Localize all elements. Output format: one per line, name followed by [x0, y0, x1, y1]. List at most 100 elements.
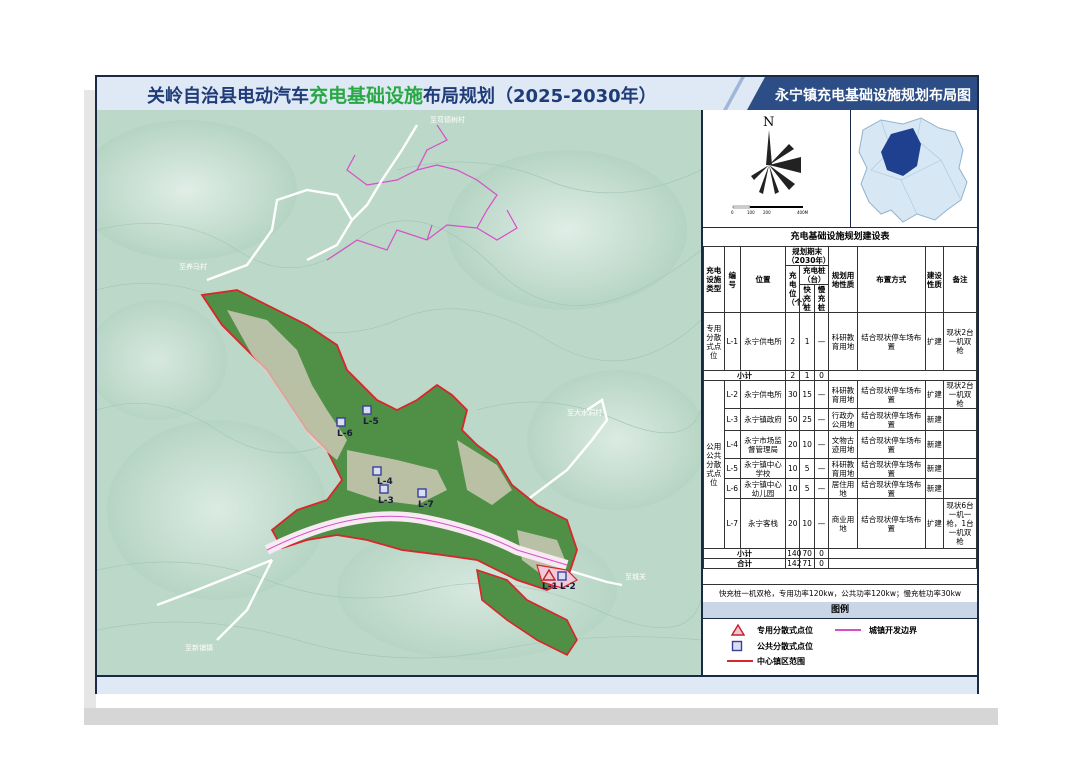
cell-location: 永宁镇政府: [739, 408, 787, 431]
subtotal-row: 小计 2 1 0: [702, 370, 977, 381]
cell-land: 文物古迹用地: [828, 430, 858, 459]
cell-land: 科研教育用地: [828, 458, 858, 479]
legend-title: 图例: [703, 602, 977, 619]
subtotal-spaces: 2: [785, 370, 801, 381]
point-label: L-3: [378, 496, 394, 506]
cell-nature: 新建: [924, 478, 945, 499]
total-slow: 0: [813, 558, 830, 569]
construction-table: 充电设施类型 编号 位置 规划期末（2030年） 规划用地性质 布置方式 建设性…: [702, 246, 977, 569]
public-point-marker: [362, 405, 372, 415]
road-label: 至新铺镇: [185, 643, 213, 652]
terrain-hill: [107, 420, 327, 600]
sheet-title: 关岭自治县电动汽车充电基础设施布局规划（2025-2030年）: [147, 81, 657, 108]
road-label: 至城关: [625, 572, 646, 581]
col-header-layout: 布置方式: [856, 246, 926, 313]
cell-fast: 1: [799, 312, 815, 371]
cell-remark: [943, 478, 977, 499]
cell-location: 永宁客栈: [739, 498, 787, 549]
subtitle-banner: 永宁镇充电基础设施规划布局图: [747, 77, 977, 110]
locator-map: [851, 110, 977, 228]
cell-id: L-7: [723, 498, 741, 549]
total-label: 合计: [702, 558, 787, 569]
table-row: L-3 永宁镇政府 50 25 — 行政办公用地 结合现状停车场布置 新建: [704, 408, 977, 431]
cell-slow: —: [813, 430, 830, 459]
terrain-hill: [527, 370, 701, 510]
cell-remark: [943, 408, 977, 431]
cell-nature: 新建: [924, 458, 945, 479]
sheet-subtitle: 永宁镇充电基础设施规划布局图: [775, 88, 971, 104]
table-row: L-6 永宁镇中心幼儿园 10 5 — 居住用地 结合现状停车场布置 新建: [704, 478, 977, 499]
table-title: 充电基础设施规划建设表: [703, 228, 977, 247]
dedicated-point-legend-icon: [731, 624, 745, 636]
north-arrow-panel: N 0 100 200 400M: [703, 110, 851, 228]
scale-tick: 100: [747, 210, 755, 215]
table-row: L-5 永宁镇中心学校 10 5 — 科研教育用地 结合现状停车场布置 新建: [704, 458, 977, 479]
public-point-marker: [379, 484, 389, 494]
road-label: 至弯德树村: [430, 115, 465, 124]
cell-land: 商业用地: [828, 498, 858, 549]
subtotal-slow: 0: [813, 370, 830, 381]
public-point-marker: [417, 488, 427, 498]
cell-id: L-2: [723, 380, 741, 409]
cell-id: L-4: [723, 430, 741, 459]
cell-layout: 结合现状停车场布置: [856, 380, 926, 409]
cell-slow: —: [813, 312, 830, 371]
cell-spaces: 20: [785, 430, 801, 459]
cell-fast: 10: [799, 430, 815, 459]
cell-location: 永宁供电所: [739, 380, 787, 409]
subtotal-slow: 0: [813, 548, 830, 559]
road-label: 至大水洞村: [567, 408, 602, 417]
group-type: 公用公共分散式点位: [703, 380, 725, 549]
title-suffix: 布局规划（2025-2030年）: [423, 86, 657, 107]
cell-nature: 新建: [924, 430, 945, 459]
cell-location: 永宁市场监督管理局: [739, 430, 787, 459]
cell-id: L-3: [723, 408, 741, 431]
cell-spaces: 10: [785, 478, 801, 499]
cell-fast: 5: [799, 458, 815, 479]
cell-nature: 扩建: [924, 380, 945, 409]
subtotal-row: 小计 140 70 0: [702, 548, 977, 559]
scale-tick: 200: [763, 210, 771, 215]
point-label: L-6: [337, 429, 353, 439]
compass-rose-icon: [751, 130, 801, 194]
cell-slow: —: [813, 380, 830, 409]
cell-spaces: 10: [785, 458, 801, 479]
cell-slow: —: [813, 478, 830, 499]
col-header-nature: 建设性质: [924, 246, 945, 313]
cell-remark: [943, 458, 977, 479]
cell-remark: 现状2台一机双枪: [943, 380, 977, 409]
subtotal-spaces: 140: [785, 548, 802, 559]
subtotal-fast: 1: [799, 370, 815, 381]
cell-layout: 结合现状停车场布置: [856, 430, 926, 459]
cell-fast: 10: [799, 498, 815, 549]
col-header-land: 规划用地性质: [828, 246, 858, 313]
group-type: 专用分散式点位: [703, 312, 725, 371]
point-label: L-7: [418, 500, 434, 510]
cell-spaces: 50: [785, 408, 801, 431]
cell-id: L-5: [723, 458, 741, 479]
cell-nature: 新建: [924, 408, 945, 431]
col-header-id: 编号: [723, 246, 741, 313]
public-point-marker: [372, 466, 382, 476]
cell-layout: 结合现状停车场布置: [856, 478, 926, 499]
legend-label: 中心镇区范围: [757, 657, 805, 666]
development-boundary-legend-icon: [835, 629, 861, 631]
sheet-header: 关岭自治县电动汽车充电基础设施布局规划（2025-2030年） 永宁镇充电基础设…: [97, 77, 977, 112]
cell-land: 科研教育用地: [828, 312, 858, 371]
point-label: L-5: [363, 417, 379, 427]
cell-layout: 结合现状停车场布置: [856, 312, 926, 371]
cell-layout: 结合现状停车场布置: [856, 408, 926, 431]
public-point-legend-icon: [731, 640, 743, 652]
cell-slow: —: [813, 408, 830, 431]
cell-spaces: 2: [785, 312, 801, 371]
legend-label: 专用分散式点位: [757, 626, 813, 635]
table-row: L-4 永宁市场监督管理局 20 10 — 文物古迹用地 结合现状停车场布置 新…: [704, 430, 977, 459]
total-spaces: 142: [785, 558, 802, 569]
public-point-marker: [336, 417, 346, 427]
scale-tick: 0: [731, 210, 734, 215]
legend-label: 公共分散式点位: [757, 642, 813, 651]
legend-label: 城镇开发边界: [869, 626, 917, 635]
col-header-slow: 慢充桩: [813, 284, 830, 313]
north-letter: N: [763, 115, 774, 130]
col-header-piles: 充电桩（台）: [799, 265, 830, 285]
